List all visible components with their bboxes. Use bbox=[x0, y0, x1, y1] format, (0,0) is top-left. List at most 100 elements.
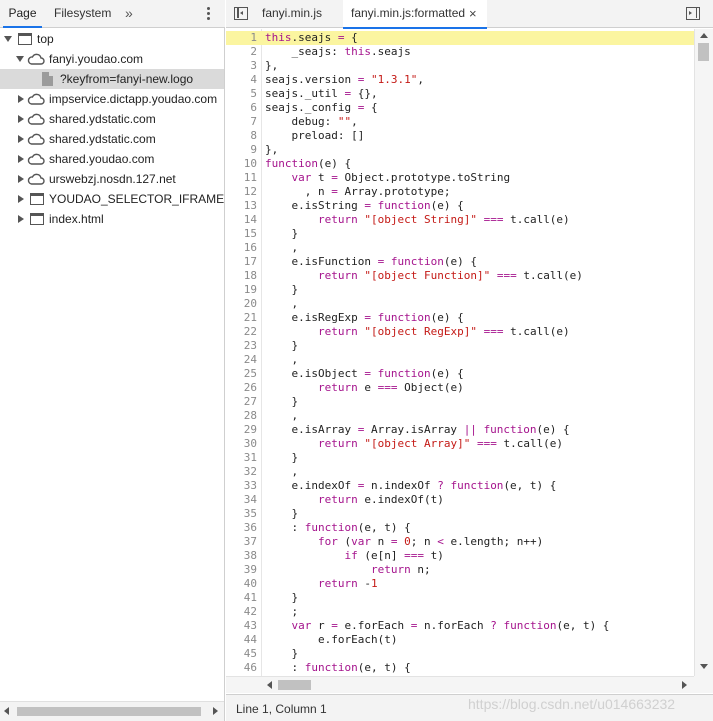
code-line[interactable]: 15 } bbox=[226, 227, 660, 241]
collapse-triangle-icon[interactable] bbox=[16, 56, 24, 62]
scroll-down-arrow-icon[interactable] bbox=[700, 664, 708, 669]
tree-item[interactable]: shared.ydstatic.com bbox=[0, 109, 224, 129]
line-number[interactable]: 20 bbox=[226, 297, 257, 311]
line-number[interactable]: 13 bbox=[226, 199, 257, 213]
scroll-right-arrow-icon[interactable] bbox=[682, 681, 687, 689]
code-line[interactable]: 39 return n; bbox=[226, 563, 660, 577]
tab-fanyi-min-js[interactable]: fanyi.min.js bbox=[262, 0, 322, 28]
code-line[interactable]: 41 } bbox=[226, 591, 660, 605]
tree-item[interactable]: impservice.dictapp.youdao.com bbox=[0, 89, 224, 109]
line-number[interactable]: 43 bbox=[226, 619, 257, 633]
line-number[interactable]: 32 bbox=[226, 465, 257, 479]
code-line[interactable]: 40 return -1 bbox=[226, 577, 660, 591]
line-number[interactable]: 10 bbox=[226, 157, 257, 171]
code-line[interactable]: 4 seajs.version = "1.3.1", bbox=[226, 73, 660, 87]
line-number[interactable]: 33 bbox=[226, 479, 257, 493]
line-number[interactable]: 2 bbox=[226, 45, 257, 59]
tree-item[interactable]: urswebzj.nosdn.127.net bbox=[0, 169, 224, 189]
tree-item[interactable]: YOUDAO_SELECTOR_IFRAME (abc bbox=[0, 189, 224, 209]
line-number[interactable]: 25 bbox=[226, 367, 257, 381]
line-number[interactable]: 26 bbox=[226, 381, 257, 395]
line-number[interactable]: 5 bbox=[226, 87, 257, 101]
line-number[interactable]: 18 bbox=[226, 269, 257, 283]
line-number[interactable]: 12 bbox=[226, 185, 257, 199]
scrollbar-thumb[interactable] bbox=[278, 680, 311, 690]
line-number[interactable]: 8 bbox=[226, 129, 257, 143]
line-number[interactable]: 36 bbox=[226, 521, 257, 535]
tab-fanyi-min-js-formatted[interactable]: fanyi.min.js:formatted × bbox=[343, 0, 487, 29]
line-number[interactable]: 22 bbox=[226, 325, 257, 339]
code-line[interactable]: 8 preload: [] bbox=[226, 129, 660, 143]
code-line[interactable]: 11 var t = Object.prototype.toString bbox=[226, 171, 660, 185]
line-number[interactable]: 24 bbox=[226, 353, 257, 367]
line-number[interactable]: 1 bbox=[226, 31, 257, 45]
code-line[interactable]: 42 ; bbox=[226, 605, 660, 619]
editor-horizontal-scrollbar[interactable] bbox=[226, 676, 694, 693]
code-line[interactable]: 9}, bbox=[226, 143, 660, 157]
code-area[interactable]: 1 this.seajs = {2 _seajs: this.seajs 3}, 4 s… bbox=[226, 29, 694, 676]
line-number[interactable]: 4 bbox=[226, 73, 257, 87]
line-number[interactable]: 45 bbox=[226, 647, 257, 661]
tree-item[interactable]: shared.youdao.com bbox=[0, 149, 224, 169]
scroll-up-arrow-icon[interactable] bbox=[700, 33, 708, 38]
line-number[interactable]: 34 bbox=[226, 493, 257, 507]
code-line[interactable]: 2 _seajs: this.seajs bbox=[226, 45, 660, 59]
editor-vertical-scrollbar[interactable] bbox=[694, 29, 713, 676]
expand-triangle-icon[interactable] bbox=[18, 175, 24, 183]
code-line[interactable]: 44 e.forEach(t) bbox=[226, 633, 660, 647]
line-number[interactable]: 21 bbox=[226, 311, 257, 325]
line-number[interactable]: 15 bbox=[226, 227, 257, 241]
expand-triangle-icon[interactable] bbox=[18, 135, 24, 143]
tree-item[interactable]: ?keyfrom=fanyi-new.logo bbox=[0, 69, 224, 89]
code-line[interactable]: 26 return e === Object(e) bbox=[226, 381, 660, 395]
code-line[interactable]: 45 } bbox=[226, 647, 660, 661]
scroll-right-arrow-icon[interactable] bbox=[213, 707, 218, 715]
line-number[interactable]: 46 bbox=[226, 661, 257, 675]
toggle-navigator-icon[interactable] bbox=[234, 7, 248, 20]
expand-triangle-icon[interactable] bbox=[18, 215, 24, 223]
line-number[interactable]: 28 bbox=[226, 409, 257, 423]
line-number[interactable]: 42 bbox=[226, 605, 257, 619]
line-number[interactable]: 9 bbox=[226, 143, 257, 157]
code-line[interactable]: 27 } bbox=[226, 395, 660, 409]
line-number[interactable]: 30 bbox=[226, 437, 257, 451]
code-line[interactable]: 7 debug: "", bbox=[226, 115, 660, 129]
toggle-debugger-icon[interactable] bbox=[686, 7, 700, 20]
tree-item[interactable]: fanyi.youdao.com bbox=[0, 49, 224, 69]
code-line[interactable]: 3}, bbox=[226, 59, 660, 73]
line-number[interactable]: 7 bbox=[226, 115, 257, 129]
code-line[interactable]: 46 : function(e, t) { bbox=[226, 661, 660, 675]
code-line[interactable]: 36 : function(e, t) { bbox=[226, 521, 660, 535]
line-number[interactable]: 29 bbox=[226, 423, 257, 437]
code-line[interactable]: 18 return "[object Function]" === t.call… bbox=[226, 269, 660, 283]
line-number[interactable]: 39 bbox=[226, 563, 257, 577]
tree-item[interactable]: shared.ydstatic.com bbox=[0, 129, 224, 149]
expand-triangle-icon[interactable] bbox=[18, 95, 24, 103]
expand-triangle-icon[interactable] bbox=[18, 115, 24, 123]
scroll-left-arrow-icon[interactable] bbox=[267, 681, 272, 689]
line-number[interactable]: 3 bbox=[226, 59, 257, 73]
code-line[interactable]: 31 } bbox=[226, 451, 660, 465]
line-number[interactable]: 41 bbox=[226, 591, 257, 605]
line-number[interactable]: 23 bbox=[226, 339, 257, 353]
code-line[interactable]: 38 if (e[n] === t) bbox=[226, 549, 660, 563]
code-line[interactable]: 22 return "[object RegExp]" === t.call(e… bbox=[226, 325, 660, 339]
more-tabs-chevron-icon[interactable]: » bbox=[125, 0, 133, 28]
code-line[interactable]: 20 , bbox=[226, 297, 660, 311]
scrollbar-thumb[interactable] bbox=[17, 707, 201, 716]
code-line[interactable]: 25 e.isObject = function(e) { bbox=[226, 367, 660, 381]
line-number[interactable]: 40 bbox=[226, 577, 257, 591]
more-options-icon[interactable] bbox=[203, 6, 213, 22]
line-number[interactable]: 6 bbox=[226, 101, 257, 115]
code-line[interactable]: 23 } bbox=[226, 339, 660, 353]
code-line[interactable]: 35 } bbox=[226, 507, 660, 521]
code-line[interactable]: 1 this.seajs = { bbox=[226, 31, 694, 45]
tree-item[interactable]: top bbox=[0, 29, 224, 49]
code-line[interactable]: 13 e.isString = function(e) { bbox=[226, 199, 660, 213]
line-number[interactable]: 31 bbox=[226, 451, 257, 465]
code-line[interactable]: 32 , bbox=[226, 465, 660, 479]
code-line[interactable]: 14 return "[object String]" === t.call(e… bbox=[226, 213, 660, 227]
code-line[interactable]: 17 e.isFunction = function(e) { bbox=[226, 255, 660, 269]
line-number[interactable]: 16 bbox=[226, 241, 257, 255]
code-line[interactable]: 12 , n = Array.prototype; bbox=[226, 185, 660, 199]
